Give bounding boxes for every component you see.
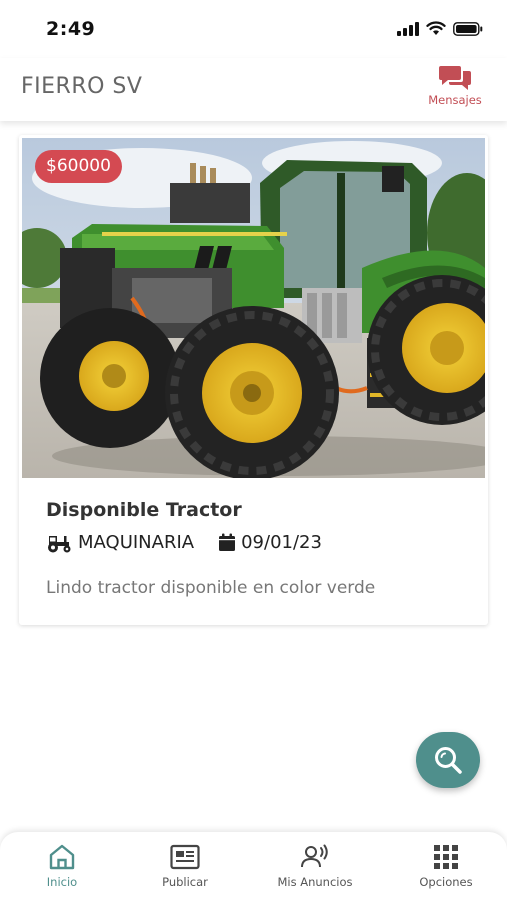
listing-title: Disponible Tractor (46, 499, 242, 521)
status-time: 2:49 (46, 18, 96, 40)
announcement-icon (301, 844, 328, 868)
nav-label-publicar: Publicar (162, 875, 208, 889)
home-icon (49, 844, 75, 870)
tractor-icon (46, 533, 73, 553)
listing-date: 09/01/23 (241, 532, 322, 553)
listing-card[interactable]: $60000 Disponible Tractor MAQUINARIA 09/… (19, 135, 488, 625)
messages-button[interactable]: Mensajes (425, 64, 485, 107)
tractor-photo (22, 138, 485, 478)
nav-label-mis-anuncios: Mis Anuncios (277, 875, 353, 889)
search-icon (435, 747, 462, 774)
price-badge: $60000 (35, 150, 122, 183)
nav-item-publicar[interactable]: Publicar (135, 844, 235, 889)
listing-category: MAQUINARIA (78, 532, 195, 553)
listing-meta: MAQUINARIA 09/01/23 (46, 532, 322, 553)
nav-item-inicio[interactable]: Inicio (12, 844, 112, 889)
battery-icon (453, 21, 483, 36)
messages-label: Mensajes (428, 93, 482, 107)
listing-description: Lindo tractor disponible en color verde (46, 578, 376, 598)
app-header: FIERRO SV Mensajes (0, 58, 507, 121)
grid-icon (434, 845, 458, 869)
listing-date-group: 09/01/23 (218, 532, 322, 553)
status-icons (397, 21, 483, 36)
nav-label-inicio: Inicio (46, 875, 78, 889)
wifi-icon (426, 21, 446, 35)
chat-bubbles-icon (439, 66, 471, 90)
app-title: FIERRO SV (21, 74, 143, 99)
status-bar: 2:49 (0, 0, 507, 58)
search-fab-button[interactable] (416, 732, 480, 788)
nav-item-opciones[interactable]: Opciones (396, 844, 496, 889)
calendar-icon (218, 533, 236, 552)
signal-icon (397, 21, 419, 36)
nav-label-opciones: Opciones (419, 875, 473, 889)
listing-photo[interactable]: $60000 (22, 138, 485, 478)
newspaper-icon (170, 844, 200, 870)
nav-item-mis-anuncios[interactable]: Mis Anuncios (265, 844, 365, 889)
bottom-nav: Inicio Publicar Mis Anuncios Opciones (0, 832, 507, 900)
